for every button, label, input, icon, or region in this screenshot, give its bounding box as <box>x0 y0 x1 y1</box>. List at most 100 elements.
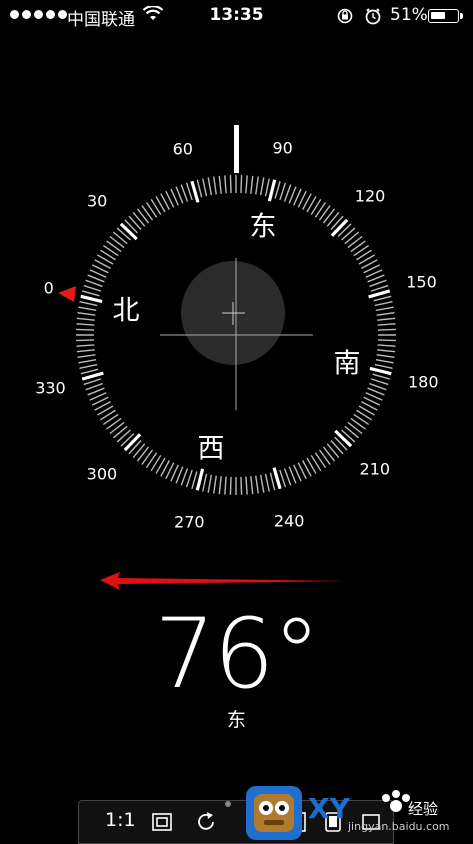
compass-tick <box>175 466 184 484</box>
degree-label: 330 <box>35 378 66 398</box>
compass-tick <box>288 466 297 484</box>
compass-tick <box>207 177 213 196</box>
degree-label: 0 <box>43 278 54 298</box>
compass-tick <box>175 186 184 204</box>
compass-tick <box>269 472 276 491</box>
compass-tick <box>330 440 344 455</box>
compass-tick <box>326 443 340 459</box>
compass-dial: 0 30 60 90 120 150 180 210 240 270 300 330 东 北 南 西 <box>0 0 473 600</box>
compass-tick <box>190 180 200 203</box>
compass-tick <box>218 175 222 194</box>
compass-tick <box>80 294 103 304</box>
compass-tick <box>195 468 205 491</box>
compass-tick <box>255 475 259 494</box>
compass-tick <box>255 176 259 195</box>
compass-tick <box>87 274 105 283</box>
degree-label: 300 <box>86 464 118 484</box>
compass-tick <box>272 467 282 490</box>
degree-label: 150 <box>406 272 437 292</box>
compass-tick <box>82 290 100 297</box>
compass-tick <box>83 284 102 292</box>
fit-screen-icon[interactable] <box>151 812 173 832</box>
compass-tick <box>224 476 227 495</box>
direction-west: 西 <box>197 433 225 465</box>
compass-tick <box>377 339 396 342</box>
page-dot <box>225 801 231 807</box>
compass-tick <box>267 179 277 202</box>
degree-label: 120 <box>354 186 386 206</box>
compass-tick <box>372 373 390 380</box>
compass-tick <box>264 473 270 492</box>
compass-tick <box>376 312 395 316</box>
compass-tick <box>229 175 232 194</box>
compass-tick <box>109 235 125 249</box>
annotation-arrow <box>100 572 345 590</box>
compass-tick <box>85 382 103 391</box>
compass-tick <box>375 358 394 364</box>
compass-tick <box>80 368 99 375</box>
compass-tick <box>185 469 193 488</box>
compass-tick <box>369 279 387 288</box>
compass-tick <box>367 274 385 283</box>
compass-tick <box>279 469 287 488</box>
compass-tick <box>250 476 254 495</box>
compass-tick <box>377 344 396 347</box>
compass-tick <box>87 387 105 396</box>
degree-label: 270 <box>174 512 205 532</box>
compass-tick <box>79 363 98 369</box>
compass-tick <box>283 468 292 486</box>
compass-tick <box>85 279 103 288</box>
heading-direction: 东 <box>226 709 246 731</box>
compass-tick <box>180 468 189 486</box>
compass-tick <box>112 231 128 245</box>
compass-tick <box>202 178 208 197</box>
compass-tick <box>334 429 353 448</box>
watermark-url: jingyan.baidu.com <box>348 820 450 833</box>
compass-tick <box>78 306 97 312</box>
compass-tick <box>83 378 102 386</box>
actual-size-button[interactable]: 1:1 <box>105 809 136 831</box>
compass-tick <box>132 443 146 459</box>
rotate-icon[interactable] <box>195 811 217 833</box>
compass-tick <box>322 446 336 462</box>
compass-tick <box>279 182 287 201</box>
compass-tick <box>240 175 243 194</box>
compass-tick <box>377 349 396 353</box>
compass-tick <box>240 476 243 495</box>
compass-tick <box>136 208 150 224</box>
compass-tick <box>123 433 142 452</box>
compass-tick <box>322 208 336 224</box>
compass-tick <box>76 317 95 321</box>
degree-label: 210 <box>359 459 391 479</box>
compass-tick <box>367 387 385 396</box>
compass-tick <box>259 177 265 196</box>
compass-tick <box>347 235 363 249</box>
compass-tick <box>377 317 396 321</box>
compass-tick <box>373 295 392 302</box>
compass-tick <box>76 323 95 326</box>
degree-label: 180 <box>407 372 439 392</box>
compass-tick <box>375 306 394 312</box>
compass-tick <box>377 323 396 326</box>
compass-tick <box>191 471 198 489</box>
compass-tick <box>368 289 391 299</box>
compass-tick <box>370 378 389 386</box>
compass-tick <box>369 382 387 391</box>
degree-label: 240 <box>273 511 305 531</box>
compass-tick <box>250 175 254 194</box>
compass-tick <box>259 474 265 493</box>
compass-ring <box>58 125 396 495</box>
heading-degrees: 76° <box>154 598 320 710</box>
compass-tick <box>81 371 104 381</box>
degree-label: 90 <box>272 138 293 158</box>
compass-tick <box>116 429 131 443</box>
compass-tick <box>218 476 222 495</box>
compass-tick <box>374 363 393 369</box>
compass-tick <box>196 179 203 198</box>
compass-tick <box>202 473 208 492</box>
heading-marker <box>234 125 239 173</box>
compass-tick <box>180 184 189 202</box>
compass-tick <box>76 349 95 353</box>
compass-tick <box>377 328 396 331</box>
compass-tick <box>185 182 193 201</box>
